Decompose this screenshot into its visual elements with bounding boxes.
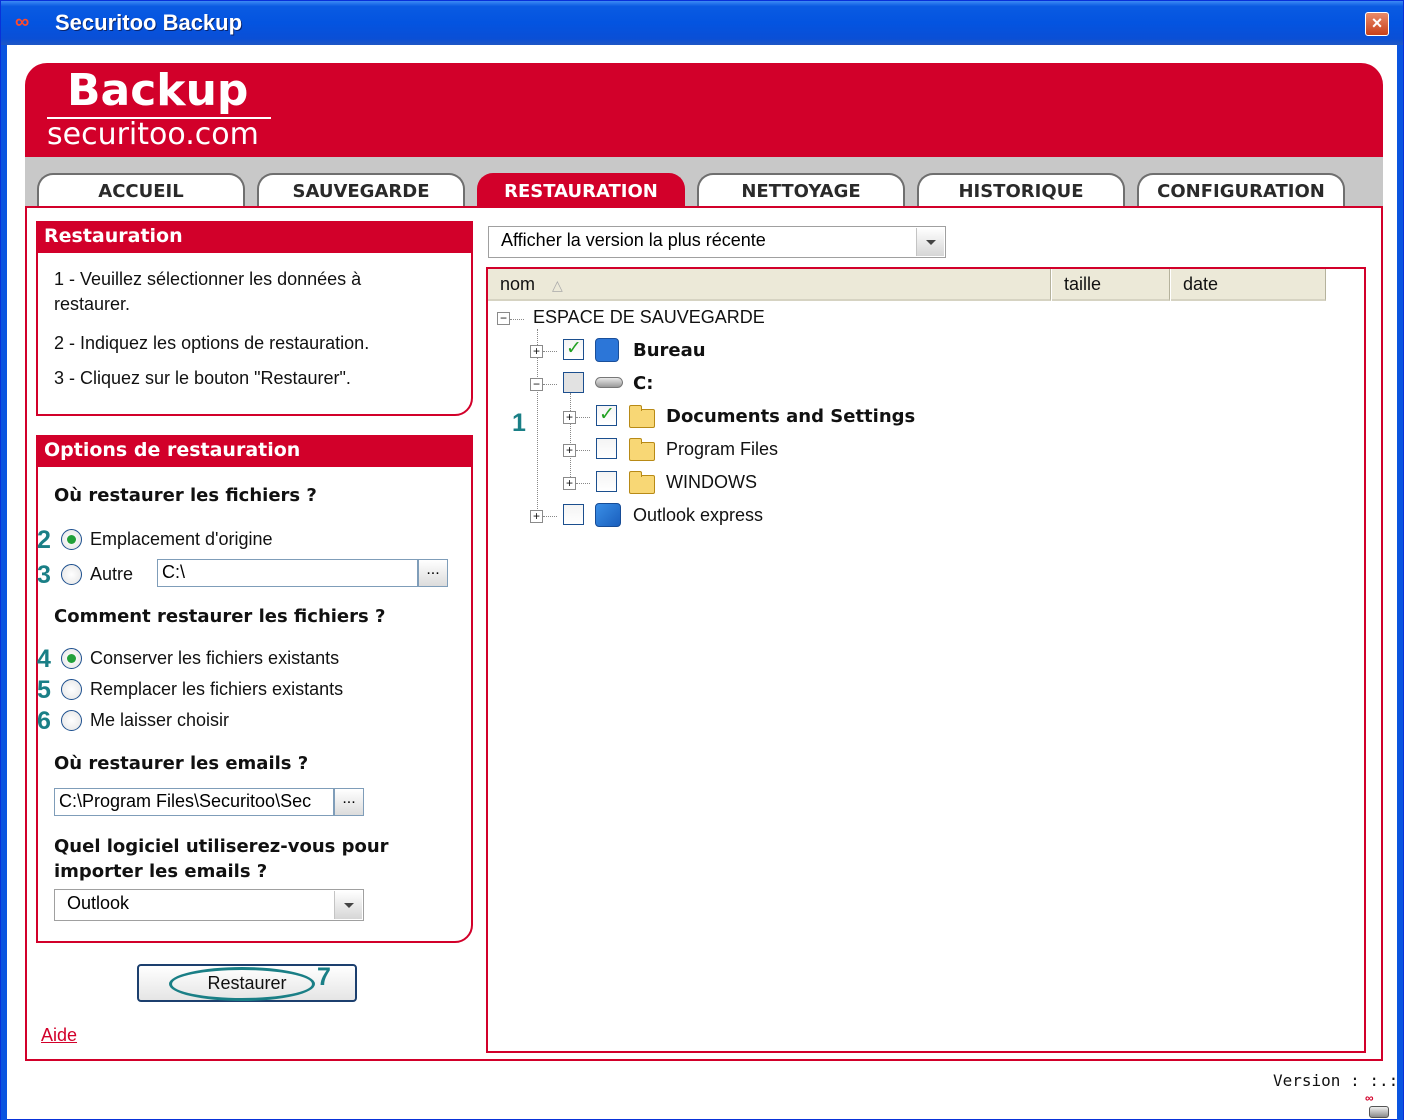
tree-item-documents[interactable]: Documents and Settings	[666, 406, 915, 427]
tree-line	[576, 450, 590, 451]
tree-line	[576, 483, 590, 484]
tab-sauvegarde[interactable]: SAUVEGARDE	[257, 173, 465, 209]
tree-item-program-files[interactable]: Program Files	[666, 439, 778, 460]
drive-status-icon	[1369, 1106, 1389, 1118]
collapse-icon[interactable]: −	[497, 312, 510, 325]
sort-ascending-icon: △	[552, 277, 563, 293]
checkbox-documents[interactable]	[596, 403, 617, 426]
column-header-size[interactable]: taille	[1052, 269, 1170, 301]
footer-logo-icon: ∞	[1365, 1091, 1374, 1105]
folder-icon	[629, 438, 655, 461]
radio-other-label: Autre	[90, 564, 134, 584]
drive-icon	[595, 377, 623, 388]
step-1-line1: 1 - Veuillez sélectionner les données à	[54, 269, 362, 289]
tree-item-c-drive[interactable]: C:	[633, 373, 653, 394]
radio-origin-label: Emplacement d'origine	[90, 529, 273, 549]
checkbox-outlook[interactable]	[563, 504, 584, 525]
tab-restauration[interactable]: RESTAURATION	[477, 173, 685, 209]
tree-line	[570, 393, 571, 483]
version-select[interactable]: Afficher la version la plus récente	[488, 226, 946, 258]
other-path-browse-button[interactable]: ...	[418, 559, 448, 587]
version-label: Version : :.:	[1273, 1071, 1399, 1090]
tab-accueil[interactable]: ACCUEIL	[37, 173, 245, 209]
column-header-name[interactable]: nom △	[488, 269, 1051, 301]
tree-line	[510, 319, 524, 320]
window-title: Securitoo Backup	[55, 10, 243, 35]
close-icon: ×	[1371, 13, 1383, 33]
expand-icon[interactable]: +	[563, 444, 576, 457]
options-panel-title: Options de restauration	[38, 437, 471, 467]
expand-icon[interactable]: +	[530, 510, 543, 523]
expand-icon[interactable]: +	[563, 477, 576, 490]
chevron-down-icon[interactable]	[916, 228, 944, 256]
radio-replace[interactable]	[61, 679, 82, 700]
tree-line	[543, 351, 557, 352]
tab-nettoyage[interactable]: NETTOYAGE	[697, 173, 905, 209]
radio-choose[interactable]	[61, 710, 82, 731]
annotation-5: 5	[37, 676, 51, 704]
column-header-name-label: nom	[500, 274, 536, 294]
chevron-down-icon[interactable]	[334, 891, 362, 919]
column-header-date[interactable]: date	[1171, 269, 1326, 301]
annotation-7: 7	[317, 963, 331, 991]
app-window: ∞ Securitoo Backup × Backup securitoo.co…	[0, 0, 1404, 1120]
annotation-highlight-ellipse	[169, 967, 315, 1001]
collapse-icon[interactable]: −	[530, 378, 543, 391]
restauration-panel-title: Restauration	[38, 223, 471, 253]
other-path-input[interactable]: C:\	[157, 559, 418, 587]
annotation-2: 2	[37, 526, 51, 554]
radio-origin[interactable]	[61, 529, 82, 550]
radio-choose-label: Me laisser choisir	[90, 710, 230, 730]
tree-line	[543, 516, 557, 517]
annotation-1: 1	[512, 409, 526, 437]
version-select-value: Afficher la version la plus récente	[501, 230, 766, 250]
title-bar[interactable]: ∞ Securitoo Backup ×	[1, 1, 1403, 45]
radio-keep[interactable]	[61, 648, 82, 669]
where-emails-question: Où restaurer les emails ?	[54, 753, 309, 774]
app-logo-icon: ∞	[15, 11, 29, 33]
banner-subtitle: securitoo.com	[47, 117, 259, 152]
tree-item-windows[interactable]: WINDOWS	[666, 472, 757, 493]
software-select[interactable]: Outlook	[54, 889, 364, 921]
desktop-icon	[595, 338, 619, 362]
window-border-left	[1, 45, 7, 1120]
close-button[interactable]: ×	[1365, 12, 1389, 36]
tab-configuration[interactable]: CONFIGURATION	[1137, 173, 1345, 209]
annotation-6: 6	[37, 707, 51, 735]
banner-divider	[47, 117, 271, 119]
tree-line	[543, 384, 557, 385]
radio-other[interactable]	[61, 564, 82, 585]
radio-keep-label: Conserver les fichiers existants	[90, 648, 340, 668]
help-link[interactable]: Aide	[41, 1025, 77, 1046]
checkbox-bureau[interactable]	[563, 337, 584, 360]
emails-path-browse-button[interactable]: ...	[334, 788, 364, 816]
checkbox-windows[interactable]	[596, 471, 617, 492]
how-files-question: Comment restaurer les fichiers ?	[54, 606, 386, 627]
tree-item-bureau[interactable]: Bureau	[633, 340, 706, 361]
step-3: 3 - Cliquez sur le bouton "Restaurer".	[54, 368, 351, 388]
expand-icon[interactable]: +	[563, 411, 576, 424]
window-border-right	[1397, 45, 1403, 1120]
annotation-3: 3	[37, 561, 51, 589]
software-question-line1: Quel logiciel utiliserez-vous pour	[54, 836, 389, 857]
folder-icon	[629, 471, 655, 494]
tree-item-outlook[interactable]: Outlook express	[633, 505, 763, 526]
annotation-4: 4	[37, 645, 51, 673]
step-1-line2: restaurer.	[54, 294, 131, 314]
software-select-value: Outlook	[67, 893, 130, 913]
software-question-line2: importer les emails ?	[54, 861, 268, 882]
folder-icon	[629, 405, 655, 428]
expand-icon[interactable]: +	[530, 345, 543, 358]
checkbox-program-files[interactable]	[596, 438, 617, 459]
tab-historique[interactable]: HISTORIQUE	[917, 173, 1125, 209]
checkbox-c-drive[interactable]	[563, 372, 584, 393]
tree-root-label: ESPACE DE SAUVEGARDE	[533, 307, 765, 327]
step-2: 2 - Indiquez les options de restauration…	[54, 333, 370, 353]
outlook-express-icon	[595, 503, 621, 527]
where-files-question: Où restaurer les fichiers ?	[54, 485, 317, 506]
banner-title: Backup	[67, 65, 249, 116]
tree-line	[576, 417, 590, 418]
radio-replace-label: Remplacer les fichiers existants	[90, 679, 344, 699]
emails-path-input[interactable]: C:\Program Files\Securitoo\Sec	[54, 788, 334, 816]
